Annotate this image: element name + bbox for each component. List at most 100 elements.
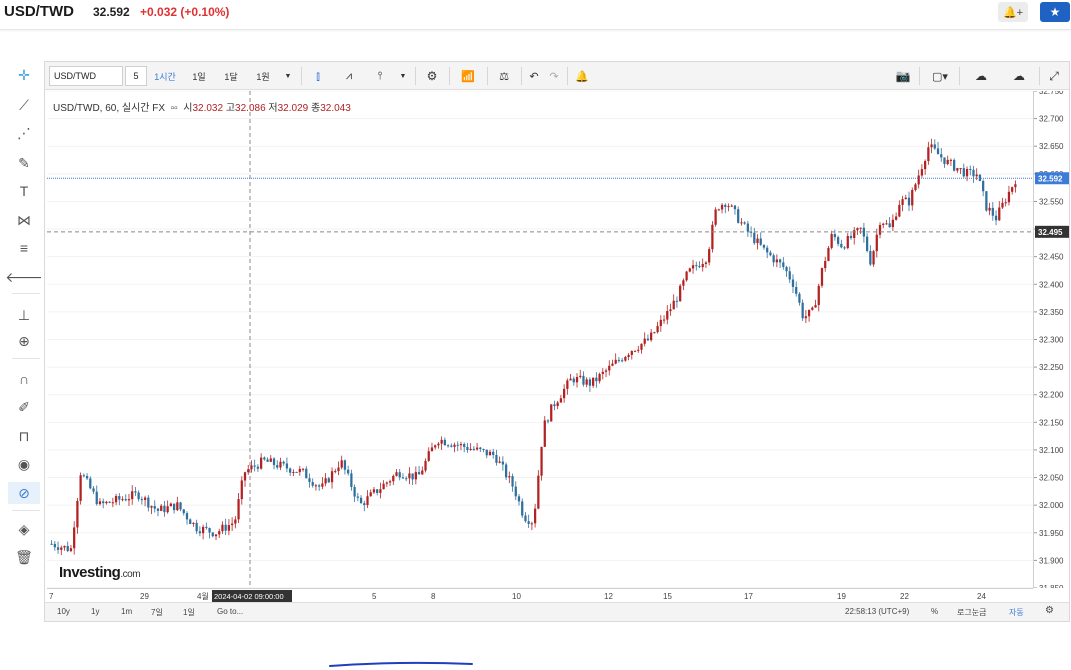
candle-body	[369, 492, 372, 497]
y-tick-label: 32.450	[1039, 253, 1064, 262]
link-icon[interactable]: ⊘	[8, 482, 40, 504]
measure-icon[interactable]: ≡	[8, 237, 40, 259]
candle-body	[824, 260, 827, 269]
candle-body	[314, 485, 318, 487]
back-arrow-icon[interactable]: 🡐	[5, 266, 43, 288]
candle-body	[788, 271, 791, 280]
x-tick-label: 5	[372, 592, 377, 601]
candle-body	[411, 473, 414, 480]
text-icon[interactable]: T	[8, 180, 40, 202]
interval-input[interactable]: 5	[125, 66, 147, 86]
candle-body	[540, 446, 543, 476]
alert-icon[interactable]: 🔔	[571, 66, 593, 86]
candle-body	[669, 309, 672, 312]
trendline-icon[interactable]: ⟋	[8, 94, 40, 116]
zoom-in-icon[interactable]: ⊕	[8, 330, 40, 352]
candle-body	[192, 522, 195, 525]
percent-scale-button[interactable]: %	[931, 607, 938, 616]
candle-body	[121, 499, 124, 501]
candle-body	[608, 365, 611, 371]
redo-icon[interactable]: ↷	[545, 66, 563, 86]
eye-icon[interactable]: ◉	[8, 453, 40, 475]
candle-body	[572, 378, 575, 383]
area-chart-icon[interactable]: ⩘	[337, 66, 361, 86]
time-axis[interactable]: 7 29 4월 5 8 10 12 15 17 19 22 24 2024-04-02 09:00:00	[47, 588, 1033, 602]
crosshair-icon[interactable]: ✛	[8, 64, 40, 86]
log-scale-button[interactable]: 로그눈금	[957, 607, 986, 618]
layers-icon[interactable]: ◈	[8, 518, 40, 540]
candle-body	[759, 238, 762, 245]
lock-draw-icon[interactable]: ✐	[8, 396, 40, 418]
auto-scale-button[interactable]: 자동	[1009, 607, 1024, 618]
goto-button[interactable]: Go to...	[217, 607, 243, 616]
cloud-save-icon[interactable]: ☁	[1005, 66, 1033, 86]
trash-icon[interactable]: 🗑	[8, 546, 40, 568]
unlock-icon[interactable]: ⊓	[8, 425, 40, 447]
candle-body	[105, 501, 108, 504]
brush-icon[interactable]: ✎	[8, 152, 40, 174]
candle-body	[930, 144, 933, 148]
price-change: +0.032 (+0.10%)	[140, 5, 229, 19]
candle-body	[650, 332, 653, 341]
bars-icon[interactable]: ⫯	[369, 66, 391, 86]
candle-body	[292, 471, 295, 473]
watchlist-button[interactable]: ★	[1040, 2, 1070, 22]
undo-icon[interactable]: ↶	[525, 66, 543, 86]
settings-icon[interactable]: ⚙	[421, 66, 443, 86]
candle-body	[559, 398, 563, 403]
indicators-icon[interactable]: 📶	[455, 66, 481, 86]
candle-body	[617, 359, 621, 361]
candle-body	[949, 159, 953, 161]
fib-icon[interactable]: ⋰	[8, 122, 40, 144]
candle-body	[324, 478, 327, 484]
camera-icon[interactable]: 📷	[891, 66, 915, 86]
candle-body	[379, 489, 382, 493]
range-1m-button[interactable]: 1m	[121, 607, 132, 616]
ruler-icon[interactable]: ⊥	[8, 304, 40, 326]
candle-body	[856, 228, 859, 231]
dropdown-icon[interactable]: ▼	[397, 66, 409, 86]
candle-body	[598, 373, 601, 382]
timeframe-dropdown[interactable]: ▼	[281, 66, 295, 86]
candle-body	[318, 485, 321, 487]
range-7d-button[interactable]: 7일	[151, 607, 163, 618]
candle-body	[143, 497, 147, 500]
range-1d-button[interactable]: 1일	[183, 607, 195, 618]
cloud-load-icon[interactable]: ☁	[967, 66, 995, 86]
symbol-search-input[interactable]: USD/TWD	[49, 66, 123, 86]
add-alert-button[interactable]: 🔔+	[998, 2, 1028, 22]
candle-body	[214, 534, 218, 537]
timeframe-1h-button[interactable]: 1시간	[149, 66, 181, 86]
timeframe-1w-button[interactable]: 1달	[217, 66, 245, 86]
axis-settings-icon[interactable]: ⚙	[1045, 605, 1054, 616]
pattern-icon[interactable]: ⋈	[8, 209, 40, 231]
candle-body	[182, 509, 185, 514]
candle-body	[385, 482, 388, 484]
candle-body	[366, 496, 369, 506]
color-icon[interactable]: ▢▾	[925, 66, 955, 86]
price-tag-label: 32.495	[1038, 228, 1063, 237]
candlestick-icon[interactable]: ⫾	[307, 66, 329, 86]
candle-body	[1007, 191, 1011, 203]
candle-body	[604, 370, 608, 372]
compare-icon[interactable]: ⚖	[493, 66, 515, 86]
fullscreen-icon[interactable]: ⤢	[1043, 66, 1065, 86]
candle-body	[733, 205, 737, 210]
candle-body	[372, 489, 376, 493]
candle-body	[717, 209, 720, 211]
timeframe-1d-button[interactable]: 1일	[185, 66, 213, 86]
range-10y-button[interactable]: 10y	[57, 607, 70, 616]
price-axis[interactable]: 31.850 31.900 31.950 32.000 32.050 32.100 32.1…	[1033, 91, 1069, 588]
magnet-icon[interactable]: ∩	[8, 368, 40, 390]
candle-body	[218, 531, 221, 535]
timeframe-1m-button[interactable]: 1원	[249, 66, 277, 86]
legend-open: 32.032	[192, 103, 224, 114]
candle-body	[882, 223, 885, 225]
candle-body	[53, 543, 56, 548]
candle-body	[985, 191, 988, 211]
candle-body	[778, 259, 782, 263]
price-change-abs: +0.032	[140, 5, 178, 19]
range-1y-button[interactable]: 1y	[91, 607, 99, 616]
price-plot[interactable]	[47, 91, 1033, 588]
candle-body	[337, 467, 340, 472]
